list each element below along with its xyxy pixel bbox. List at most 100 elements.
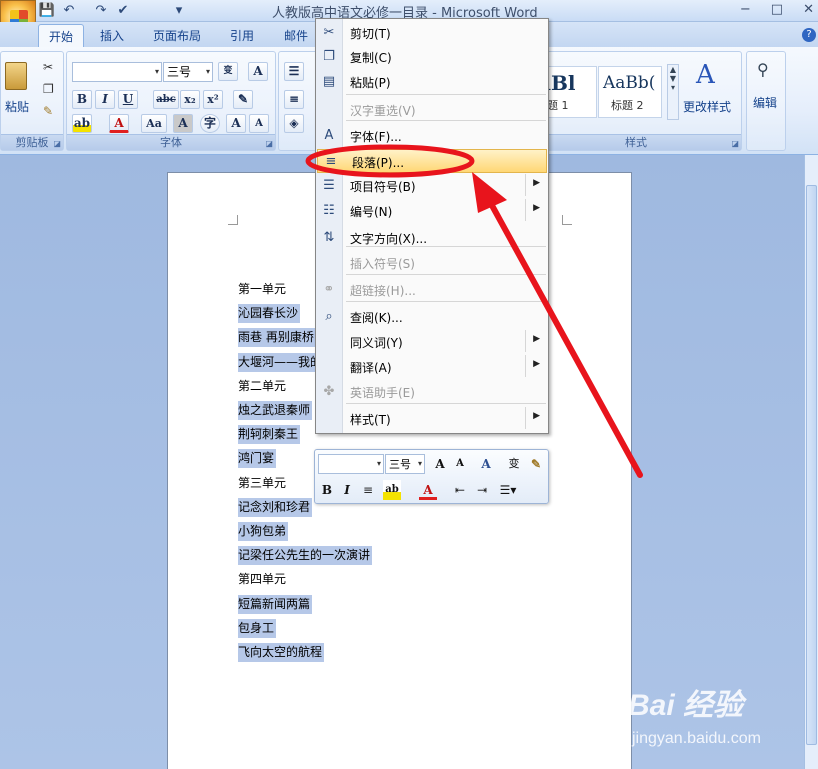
tab-home[interactable]: 开始	[38, 24, 85, 49]
menu-item[interactable]: 同义词(Y) ▶	[316, 330, 548, 354]
change-case-icon[interactable]: ✎	[233, 90, 253, 109]
editing-button[interactable]: 编辑	[753, 94, 777, 111]
redo-icon[interactable]: ↷	[92, 2, 110, 20]
menu-item[interactable]: ☷ 编号(N) ▶	[316, 199, 548, 223]
menu-item[interactable]: 翻译(A) ▶	[316, 355, 548, 379]
styles-scroll[interactable]: ▲ ▼ ▾	[667, 64, 679, 120]
document-line[interactable]: 烛之武退秦师	[238, 401, 313, 420]
mini-increase-indent-icon[interactable]: ⇥	[473, 480, 491, 500]
help-icon[interactable]: ?	[802, 28, 816, 42]
close-button[interactable]: ✕	[803, 0, 814, 20]
menu-item[interactable]: 样式(T) ▶	[316, 407, 548, 431]
font-color-icon[interactable]: A	[109, 114, 129, 133]
mini-italic-button[interactable]: I	[339, 480, 355, 500]
vertical-scrollbar[interactable]	[804, 155, 818, 769]
minimize-button[interactable]: −	[740, 0, 751, 20]
document-line[interactable]: 沁园春长沙	[238, 304, 301, 324]
change-styles-button[interactable]: 更改样式	[683, 98, 731, 115]
document-line[interactable]: 飞向太空的航程	[238, 643, 325, 662]
menu-item-label: 英语助手(E)	[350, 386, 415, 400]
enclosed-char-icon[interactable]: 字	[200, 114, 220, 133]
align-left-icon[interactable]: ≡	[284, 90, 304, 109]
tab-insert[interactable]: 插入	[100, 27, 124, 44]
mini-format-painter-icon[interactable]: ✎	[527, 454, 545, 474]
undo-icon[interactable]: ↶	[60, 2, 78, 20]
format-painter-icon[interactable]: ✎	[43, 104, 53, 118]
paste-icon[interactable]	[5, 62, 27, 90]
mini-highlight-icon[interactable]: ab	[383, 480, 401, 500]
mini-center-icon[interactable]: ≡	[359, 480, 377, 500]
superscript-button[interactable]: x²	[203, 90, 223, 109]
bullets-icon[interactable]: ☰	[284, 62, 304, 81]
clear-format-icon[interactable]: 变	[218, 62, 238, 81]
document-line[interactable]: 雨巷 再别康桥	[238, 328, 316, 348]
font-name-combo[interactable]: ▾	[72, 62, 162, 82]
bold-button[interactable]: B	[72, 90, 92, 109]
maximize-button[interactable]: □	[771, 0, 783, 20]
font-size-combo[interactable]: 三号 ▾	[163, 62, 213, 82]
mini-bullets-icon[interactable]: ☰▾	[497, 480, 519, 500]
menu-item[interactable]: ⇅ 文字方向(X)...	[316, 226, 548, 250]
menu-item[interactable]: ☰ 项目符号(B) ▶	[316, 174, 548, 198]
document-line[interactable]: 记梁任公先生的一次演讲	[238, 546, 373, 566]
grow-font-button[interactable]: A	[226, 114, 246, 133]
document-line[interactable]: 鸿门宴	[238, 449, 277, 469]
menu-item-label: 查阅(K)...	[350, 311, 403, 325]
menu-item[interactable]: ≡ 段落(P)...	[317, 149, 547, 173]
mini-font-size-combo[interactable]: 三号 ▾	[385, 454, 425, 474]
shrink-font-button[interactable]: A	[249, 114, 269, 133]
tab-mailings[interactable]: 邮件	[284, 27, 308, 44]
clipboard-launcher-icon[interactable]: ◪	[53, 139, 61, 148]
menu-item[interactable]: ✂ 剪切(T)	[316, 21, 548, 45]
menu-item-label: 插入符号(S)	[350, 257, 415, 271]
submenu-arrow-icon: ▶	[533, 334, 540, 344]
tab-references[interactable]: 引用	[230, 27, 254, 44]
menu-item[interactable]: ⌕ 查阅(K)...	[316, 305, 548, 329]
document-line[interactable]: 第一单元	[238, 280, 286, 299]
spellcheck-icon[interactable]: ✔	[114, 2, 132, 20]
document-line[interactable]: 第四单元	[238, 570, 286, 589]
document-line[interactable]: 第二单元	[238, 377, 286, 396]
menu-item-label: 汉字重选(V)	[350, 104, 416, 118]
highlight-icon[interactable]: ab	[72, 114, 92, 133]
mini-grow-font-icon[interactable]: A	[431, 454, 449, 474]
copy-icon[interactable]: ❐	[43, 82, 54, 96]
strikethrough-button[interactable]: abc	[153, 90, 179, 109]
change-styles-icon[interactable]: A	[696, 60, 715, 90]
customize-qa-icon[interactable]: ▾	[170, 2, 188, 20]
document-line[interactable]: 短篇新闻两篇	[238, 594, 313, 614]
menu-item[interactable]: ▤ 粘贴(P)	[316, 70, 548, 94]
italic-button[interactable]: I	[95, 90, 115, 109]
document-line[interactable]: 小狗包弟	[238, 522, 289, 541]
paste-button[interactable]: 粘贴	[5, 98, 29, 115]
mini-font-color-icon[interactable]: A	[419, 480, 437, 500]
styles-launcher-icon[interactable]: ◪	[731, 139, 739, 148]
document-line[interactable]: 记念刘和珍君	[238, 497, 313, 517]
mini-clear-format-icon[interactable]: 变	[505, 454, 523, 474]
menu-item[interactable]: A 字体(F)...	[316, 124, 548, 148]
mini-bold-button[interactable]: B	[319, 480, 335, 500]
char-border-icon[interactable]: A	[248, 62, 268, 81]
change-case-button[interactable]: Aa	[141, 114, 167, 133]
document-line[interactable]: 大堰河——我的	[238, 352, 325, 372]
binoculars-icon[interactable]: ⚲	[757, 60, 769, 79]
document-line[interactable]: 第三单元	[238, 474, 286, 493]
menu-item[interactable]: ❐ 复制(C)	[316, 45, 548, 69]
document-line[interactable]: 荆轲刺秦王	[238, 425, 301, 445]
underline-button[interactable]: U	[118, 90, 138, 109]
document-line[interactable]: 包身工	[238, 618, 277, 638]
mini-font-name-combo[interactable]: ▾	[318, 454, 384, 474]
shading-icon[interactable]: ◈	[284, 114, 304, 133]
cut-icon[interactable]: ✂	[43, 60, 53, 74]
subscript-button[interactable]: x₂	[180, 90, 200, 109]
mini-decrease-indent-icon[interactable]: ⇤	[451, 480, 469, 500]
mini-styles-icon[interactable]: A	[475, 454, 497, 474]
menu-item-icon	[321, 102, 337, 118]
save-icon[interactable]: 💾	[38, 2, 56, 20]
mini-shrink-font-icon[interactable]: A	[451, 454, 469, 474]
font-launcher-icon[interactable]: ◪	[265, 139, 273, 148]
style-heading-2[interactable]: AaBb( 标题 2	[598, 66, 662, 118]
char-shading-icon[interactable]: A	[173, 114, 193, 133]
tab-page-layout[interactable]: 页面布局	[153, 27, 201, 44]
scroll-thumb[interactable]	[806, 185, 817, 745]
